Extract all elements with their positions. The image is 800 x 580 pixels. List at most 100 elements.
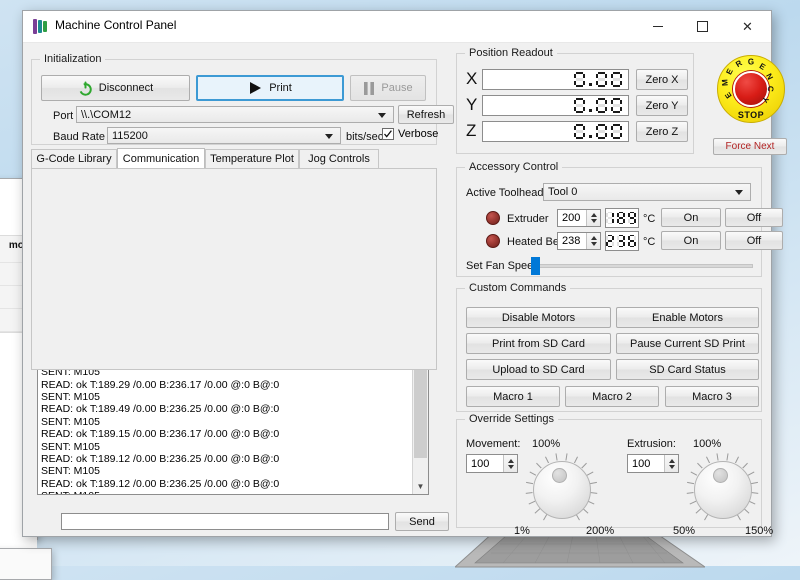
print-from-sd-card-button[interactable]: Print from SD Card: [466, 333, 611, 354]
position-display-z: [482, 121, 629, 142]
window-titlebar[interactable]: Machine Control Panel ✕: [23, 11, 771, 43]
active-toolhead-combobox[interactable]: Tool 0: [543, 183, 751, 201]
movement-override-knob[interactable]: [523, 451, 599, 527]
seven-segment-digit: [611, 98, 622, 114]
baud-combobox[interactable]: 115200: [107, 127, 341, 144]
minimize-button[interactable]: [635, 11, 680, 42]
extrusion-override-knob[interactable]: [684, 451, 760, 527]
emergency-stop-arc-letter: E: [723, 90, 733, 100]
seven-segment-display: [483, 96, 628, 115]
seven-segment-dot: [589, 135, 592, 138]
verbose-label: Verbose: [398, 128, 438, 140]
zero-y-button[interactable]: Zero Y: [636, 95, 688, 116]
seven-segment-digit: [606, 212, 613, 225]
heated-bed-off-button[interactable]: Off: [725, 231, 783, 250]
upload-to-sd-card-button[interactable]: Upload to SD Card: [466, 359, 611, 380]
disconnect-button[interactable]: Disconnect: [41, 75, 190, 101]
seven-segment-digit: [596, 124, 607, 140]
movement-percent-top: 100%: [532, 438, 560, 450]
verbose-checkbox[interactable]: Verbose: [382, 128, 438, 140]
extrusion-percent-top: 100%: [693, 438, 721, 450]
send-command-input[interactable]: [61, 513, 389, 530]
tab-strip: G-Code Library Communication Temperature…: [31, 149, 435, 168]
seven-segment-display: [483, 70, 628, 89]
seven-segment-display: [606, 209, 638, 227]
fan-speed-label: Set Fan Speed: [466, 260, 539, 272]
emergency-stop-arc-letter: R: [734, 58, 744, 69]
tab-temperature-plot[interactable]: Temperature Plot: [205, 149, 299, 168]
active-toolhead-value: Tool 0: [548, 186, 577, 198]
extruder-off-button[interactable]: Off: [725, 208, 783, 227]
maximize-button[interactable]: [680, 11, 725, 42]
baud-value: 115200: [112, 130, 148, 142]
override-settings-title: Override Settings: [465, 413, 558, 425]
position-readout-title: Position Readout: [465, 47, 557, 59]
zero-x-button[interactable]: Zero X: [636, 69, 688, 90]
seven-segment-dot: [589, 109, 592, 112]
force-next-button[interactable]: Force Next: [713, 138, 787, 155]
pause-icon: [363, 82, 375, 95]
emergency-stop-inner: [733, 71, 769, 107]
extrusion-max-label: 150%: [745, 525, 773, 537]
disable-motors-button[interactable]: Disable Motors: [466, 307, 611, 328]
tab-g-code-library[interactable]: G-Code Library: [31, 149, 117, 168]
extrusion-spinner-arrows[interactable]: [664, 455, 678, 472]
movement-spinner-arrows[interactable]: [503, 455, 517, 472]
pause-current-sd-print-button[interactable]: Pause Current SD Print: [616, 333, 759, 354]
print-label: Print: [269, 82, 292, 94]
close-icon: ✕: [742, 19, 753, 35]
close-button[interactable]: ✕: [725, 11, 770, 42]
extruder-setpoint-spinner[interactable]: 200: [557, 209, 601, 227]
movement-override-spinner[interactable]: 100: [466, 454, 518, 473]
enable-motors-button[interactable]: Enable Motors: [616, 307, 759, 328]
emergency-stop-button[interactable]: EMERGENCY STOP: [717, 55, 785, 123]
machine-control-panel-window: Machine Control Panel ✕ Initialization D…: [22, 10, 772, 537]
extruder-on-button[interactable]: On: [661, 208, 721, 227]
sd-card-status-button[interactable]: SD Card Status: [616, 359, 759, 380]
heated-bed-spinner-arrows[interactable]: [586, 233, 600, 249]
send-button[interactable]: Send: [395, 512, 449, 531]
extrusion-label: Extrusion:: [627, 438, 676, 450]
seven-segment-digit: [611, 72, 622, 88]
extruder-setpoint-value: 200: [558, 210, 586, 226]
seven-segment-digit: [617, 212, 624, 225]
pause-label: Pause: [381, 82, 412, 94]
heated-bed-on-button[interactable]: On: [661, 231, 721, 250]
seven-segment-dot: [589, 83, 592, 86]
emergency-stop-arc-letter: G: [748, 58, 754, 67]
extrusion-override-spinner[interactable]: 100: [627, 454, 679, 473]
chevron-down-icon: [378, 113, 386, 118]
zero-z-button[interactable]: Zero Z: [636, 121, 688, 142]
seven-segment-digit: [628, 212, 635, 225]
extruder-label: Extruder: [507, 213, 549, 225]
axis-label-z: Z: [466, 121, 476, 141]
heated-bed-setpoint-spinner[interactable]: 238: [557, 232, 601, 250]
port-label: Port: [53, 110, 73, 122]
extruder-temperature-display: [605, 208, 639, 228]
fan-slider-track: [531, 264, 753, 268]
refresh-button[interactable]: Refresh: [398, 105, 454, 124]
emergency-stop-arc-letter: M: [720, 79, 729, 86]
fan-speed-slider[interactable]: [531, 264, 753, 268]
tab-communication[interactable]: Communication: [117, 148, 205, 168]
seven-segment-digit: [596, 98, 607, 114]
extruder-spinner-arrows[interactable]: [586, 210, 600, 226]
seven-segment-digit: [574, 72, 585, 88]
print-button[interactable]: Print: [196, 75, 344, 101]
seven-segment-display: [606, 232, 638, 250]
heated-bed-temperature-display: [605, 231, 639, 251]
tab-jog-controls[interactable]: Jog Controls: [299, 149, 379, 168]
fan-slider-thumb[interactable]: [531, 257, 540, 275]
port-combobox[interactable]: \\.\COM12: [76, 106, 394, 123]
seven-segment-digit: [574, 98, 585, 114]
seven-segment-digit: [628, 235, 635, 248]
macro-2-button[interactable]: Macro 2: [565, 386, 659, 407]
macro-1-button[interactable]: Macro 1: [466, 386, 560, 407]
heated-bed-unit-label: °C: [643, 236, 655, 248]
window-title: Machine Control Panel: [55, 18, 176, 32]
position-display-y: [482, 95, 629, 116]
movement-max-label: 200%: [586, 525, 614, 537]
background-window-bottom[interactable]: [0, 548, 52, 580]
scroll-down-icon[interactable]: ▼: [413, 479, 428, 494]
macro-3-button[interactable]: Macro 3: [665, 386, 759, 407]
